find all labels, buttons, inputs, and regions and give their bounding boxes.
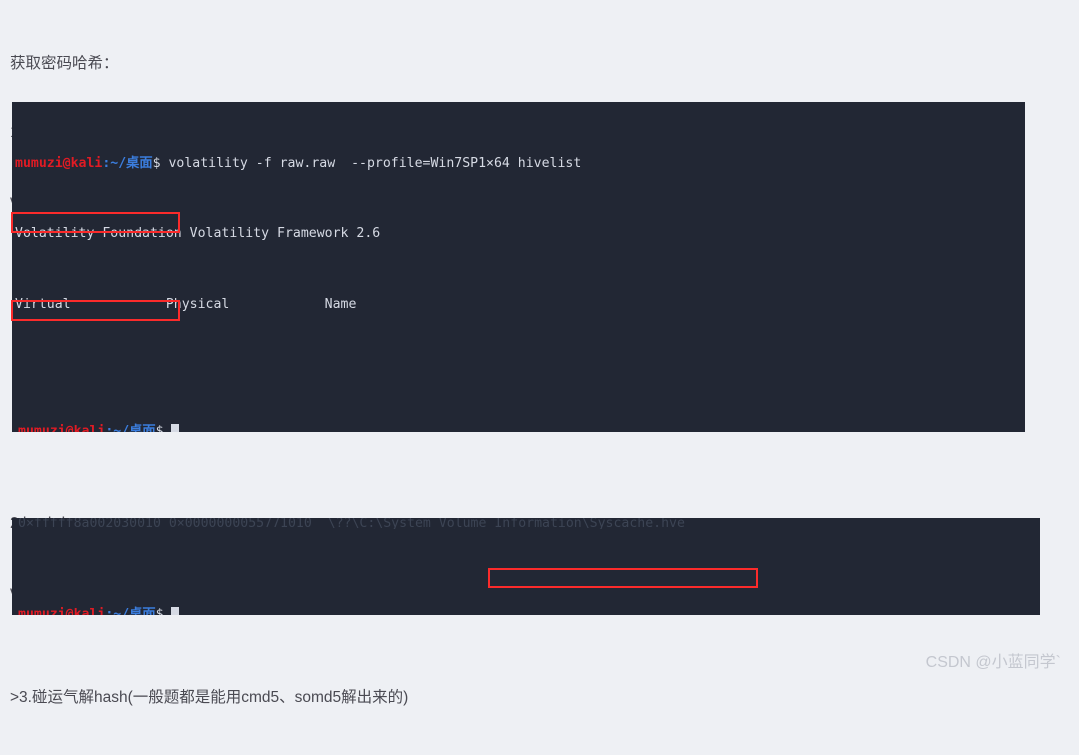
prompt-path: ~/桌面 [113, 424, 156, 432]
prompt-path: ~/桌面 [110, 155, 153, 171]
page-root: 获取密码哈希： 1.获取system 的 virtual 地址，SAM 的 vi… [0, 0, 1079, 706]
terminal-column-headers: Virtual Physical Name [15, 296, 357, 312]
terminal-banner: Volatility Foundation Volatility Framewo… [15, 226, 381, 242]
csdn-watermark: CSDN @小蓝同学` [925, 654, 1061, 671]
terminal-trailing-prompt: mumuzi@kali:~/桌面$ [15, 423, 180, 432]
prompt-user: mumuzi@kali [18, 424, 106, 432]
prompt-dollar: $ [155, 424, 164, 432]
text-cursor [171, 424, 180, 432]
prompt-dollar: $ [152, 155, 161, 171]
terminal-trailing-prompt: mumuzi@kali:~/桌面$ [15, 606, 180, 615]
prompt-path: ~/桌面 [113, 607, 156, 615]
intro-line-0: 获取密码哈希： [10, 55, 119, 72]
outro-line-0: >3.碰运气解hash(一般题都是能用cmd5、somd5解出来的) [10, 689, 409, 706]
text-cursor [171, 607, 180, 615]
prompt-dollar: $ [155, 607, 164, 615]
prompt-user: mumuzi@kali [15, 155, 103, 171]
terminal-scrollback-line: 0×fffff8a002030010 0×0000000055771010 \?… [18, 518, 685, 529]
terminal-hivelist[interactable]: mumuzi@kali:~/桌面$ volatility -f raw.raw … [12, 102, 1025, 432]
prompt-user: mumuzi@kali [18, 607, 106, 615]
outro-text-block: >3.碰运气解hash(一般题都是能用cmd5、somd5解出来的) [10, 640, 408, 755]
terminal-prompt-line: mumuzi@kali:~/桌面$ volatility -f raw.raw … [12, 155, 1025, 173]
prompt-command: volatility -f raw.raw --profile=Win7SP1×… [160, 155, 582, 171]
terminal-hashdump[interactable]: 0×fffff8a002030010 0×0000000055771010 \?… [12, 518, 1040, 615]
